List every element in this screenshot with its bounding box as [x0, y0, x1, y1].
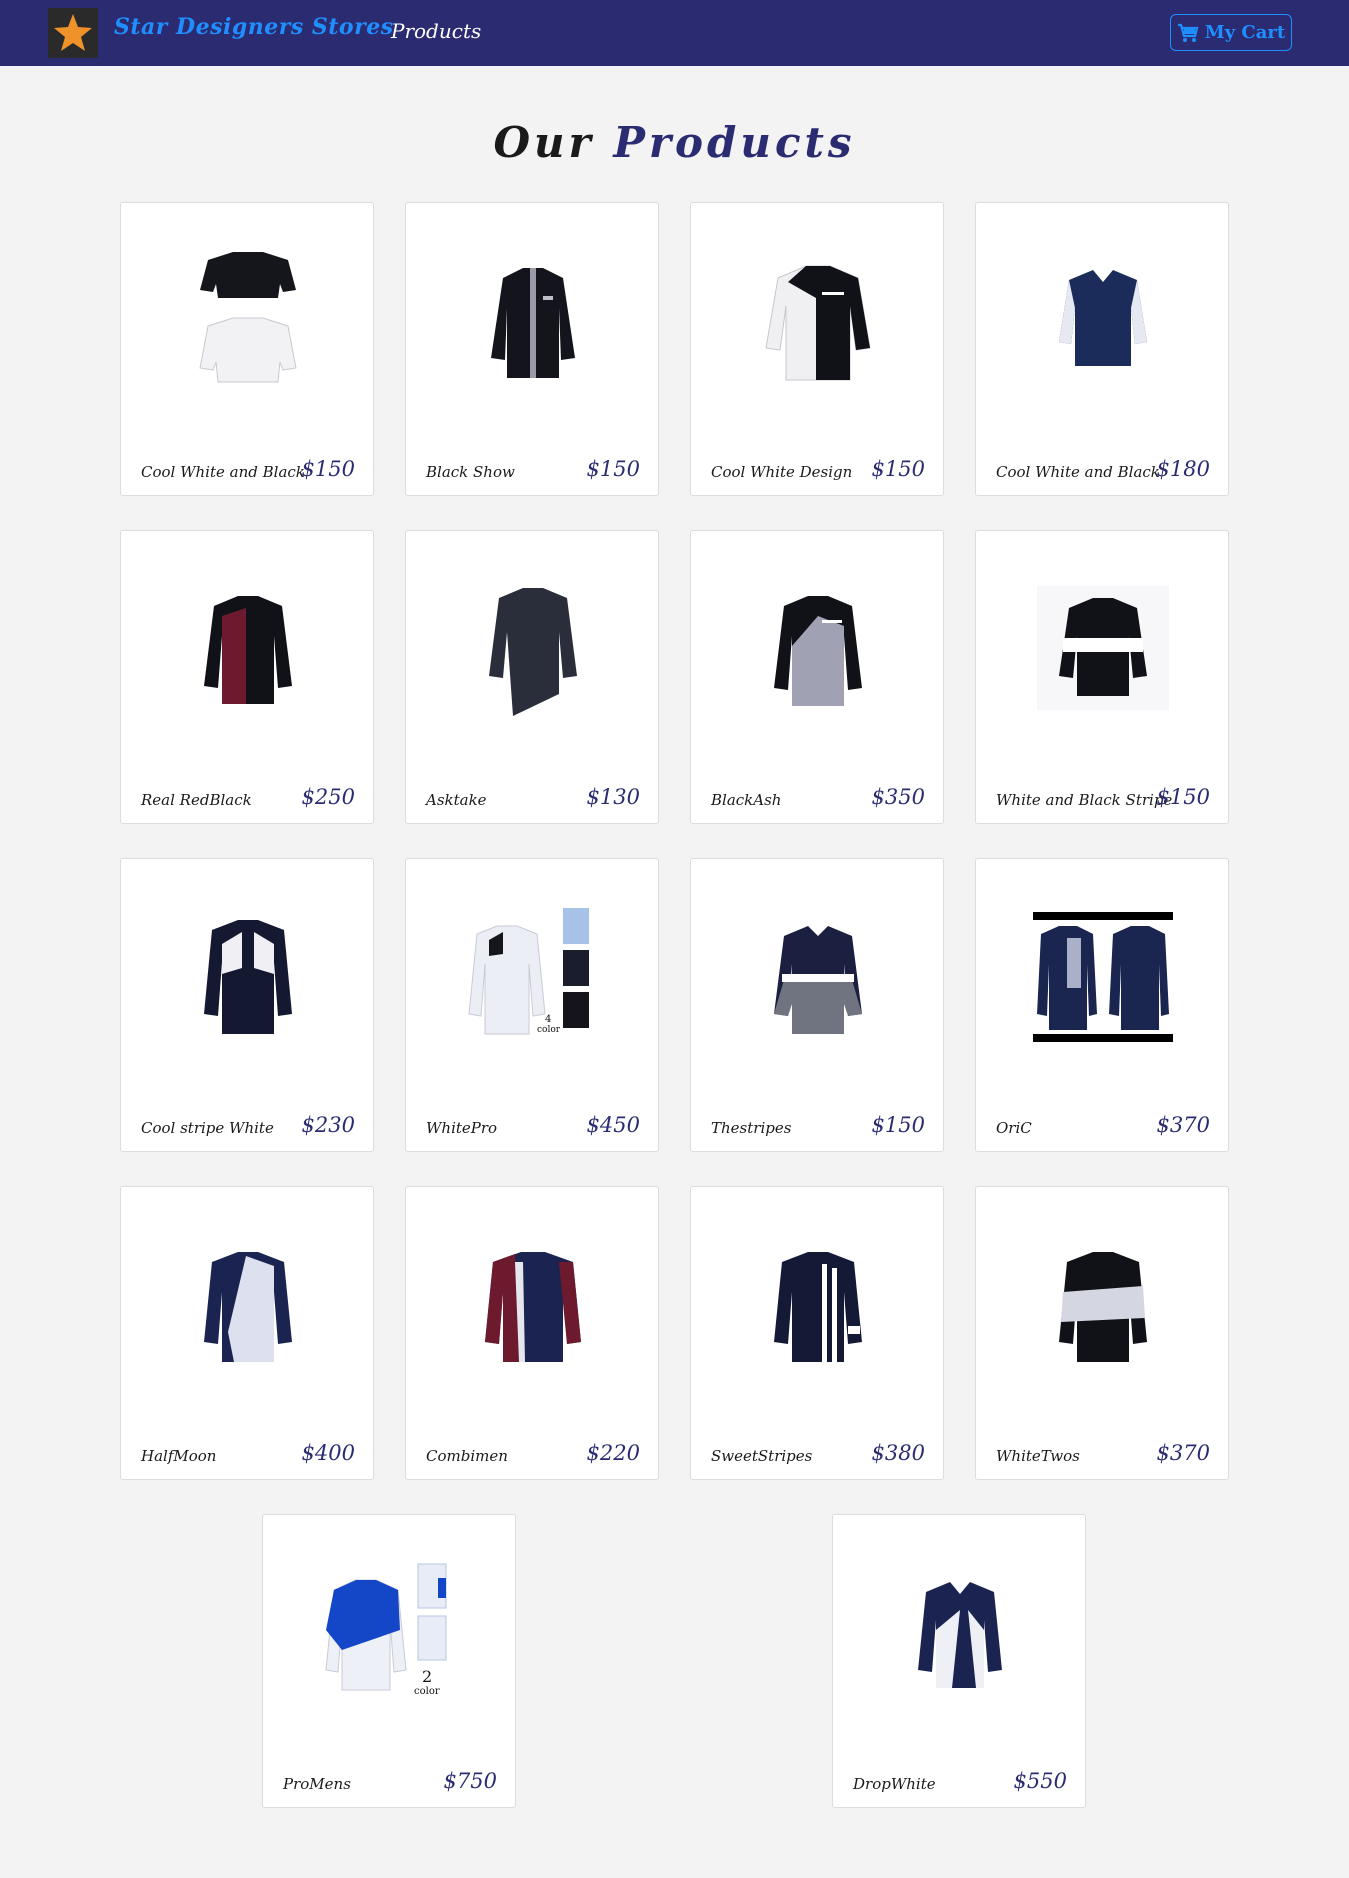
- product-card[interactable]: OriC $370: [975, 858, 1229, 1152]
- product-card[interactable]: White and Black Stripe $150: [975, 530, 1229, 824]
- black-ash-shirt-icon[interactable]: [733, 561, 903, 731]
- my-cart-button[interactable]: My Cart: [1170, 14, 1292, 51]
- cart-icon: [1177, 23, 1199, 42]
- product-price: $450: [586, 1113, 640, 1137]
- two-navy-shirts-icon[interactable]: [1018, 889, 1188, 1059]
- product-price: $150: [586, 457, 640, 481]
- product-name: Asktake: [426, 791, 487, 809]
- maroon-navy-shirt-icon[interactable]: [448, 1217, 618, 1387]
- product-name: DropWhite: [853, 1775, 936, 1793]
- whitepro-badge-word: color: [537, 1025, 561, 1035]
- white-stripe-shirt-icon[interactable]: [1018, 561, 1188, 731]
- product-name: Combimen: [426, 1447, 508, 1465]
- product-name: WhiteTwos: [996, 1447, 1080, 1465]
- black-white-band-shirt-icon[interactable]: [1018, 1217, 1188, 1387]
- white-pro-shirt-icon[interactable]: 4 color: [448, 889, 618, 1059]
- red-black-shirt-icon[interactable]: [163, 561, 333, 731]
- white-black-shirt-icon[interactable]: [733, 233, 903, 403]
- navy-drop-white-shirt-icon[interactable]: [875, 1545, 1045, 1715]
- product-card[interactable]: SweetStripes $380: [690, 1186, 944, 1480]
- product-name: SweetStripes: [711, 1447, 813, 1465]
- product-price: $230: [301, 1113, 355, 1137]
- product-name: Thestripes: [711, 1119, 792, 1137]
- product-name: Cool White Design: [711, 463, 853, 481]
- blue-white-shirt-icon[interactable]: 2 color: [305, 1545, 475, 1715]
- product-name: Cool White and Black: [141, 463, 305, 481]
- nav-link-products[interactable]: Products: [391, 19, 481, 43]
- dark-gray-shirt-icon[interactable]: [448, 561, 618, 731]
- product-price: $150: [871, 457, 925, 481]
- product-name: BlackAsh: [711, 791, 782, 809]
- product-price: $150: [871, 1113, 925, 1137]
- product-card[interactable]: Asktake $130: [405, 530, 659, 824]
- page-title: Our Products: [0, 118, 1349, 167]
- product-price: $380: [871, 1441, 925, 1465]
- star-logo-icon[interactable]: [48, 8, 98, 58]
- product-card[interactable]: Cool stripe White $230: [120, 858, 374, 1152]
- product-name: Cool White and Black: [996, 463, 1160, 481]
- product-price: $150: [301, 457, 355, 481]
- product-card[interactable]: Real RedBlack $250: [120, 530, 374, 824]
- navy-stripes-shirt-icon[interactable]: [733, 1217, 903, 1387]
- product-price: $180: [1156, 457, 1210, 481]
- product-price: $550: [1013, 1769, 1067, 1793]
- product-name: Black Show: [426, 463, 515, 481]
- black-shirt-icon[interactable]: [448, 233, 618, 403]
- product-card[interactable]: Cool White and Black $180: [975, 202, 1229, 496]
- product-card[interactable]: Cool White and Black $150: [120, 202, 374, 496]
- product-name: WhitePro: [426, 1119, 498, 1137]
- product-card[interactable]: Black Show $150: [405, 202, 659, 496]
- product-price: $220: [586, 1441, 640, 1465]
- navbar: Star Designers Stores Products My Cart: [0, 0, 1349, 66]
- product-price: $750: [443, 1769, 497, 1793]
- two-shirts-black-white-icon[interactable]: [163, 233, 333, 403]
- page-title-word-2: Products: [613, 118, 856, 167]
- promens-badge-word: color: [414, 1686, 440, 1697]
- product-card[interactable]: Cool White Design $150: [690, 202, 944, 496]
- product-card[interactable]: WhiteTwos $370: [975, 1186, 1229, 1480]
- product-card[interactable]: Combimen $220: [405, 1186, 659, 1480]
- navy-dotted-shirt-icon[interactable]: [1018, 233, 1188, 403]
- product-card[interactable]: 2 color ProMens $750: [262, 1514, 516, 1808]
- product-name: OriC: [996, 1119, 1032, 1137]
- promens-badge-num: 2: [422, 1667, 432, 1686]
- gray-navy-shirt-icon[interactable]: [733, 889, 903, 1059]
- product-name: ProMens: [283, 1775, 351, 1793]
- product-price: $250: [301, 785, 355, 809]
- page-title-word-1: Our: [493, 118, 595, 167]
- product-price: $370: [1156, 1113, 1210, 1137]
- product-price: $370: [1156, 1441, 1210, 1465]
- product-name: Cool stripe White: [141, 1119, 274, 1137]
- product-price: $130: [586, 785, 640, 809]
- product-price: $150: [1156, 785, 1210, 809]
- product-card[interactable]: HalfMoon $400: [120, 1186, 374, 1480]
- product-card[interactable]: BlackAsh $350: [690, 530, 944, 824]
- product-name: Real RedBlack: [141, 791, 252, 809]
- product-name: HalfMoon: [141, 1447, 217, 1465]
- product-card[interactable]: 4 color WhitePro $450: [405, 858, 659, 1152]
- whitepro-badge-num: 4: [545, 1014, 551, 1025]
- cart-label: My Cart: [1204, 22, 1286, 43]
- product-price: $350: [871, 785, 925, 809]
- product-price: $400: [301, 1441, 355, 1465]
- navy-white-shoulder-shirt-icon[interactable]: [163, 889, 333, 1059]
- product-card[interactable]: DropWhite $550: [832, 1514, 1086, 1808]
- product-card[interactable]: Thestripes $150: [690, 858, 944, 1152]
- brand-name[interactable]: Star Designers Stores: [114, 14, 394, 40]
- product-name: White and Black Stripe: [996, 791, 1173, 809]
- navy-white-half-shirt-icon[interactable]: [163, 1217, 333, 1387]
